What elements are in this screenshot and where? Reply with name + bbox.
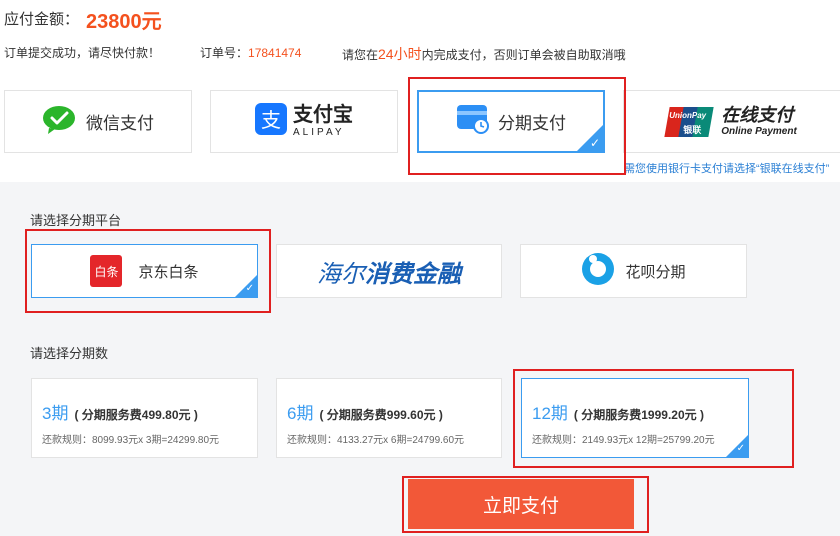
highlight-installment-method	[408, 77, 626, 175]
order-success-notice: 订单提交成功，请尽快付款！	[4, 46, 161, 60]
pay-method-alipay-label: 支付宝	[293, 104, 353, 126]
unionpay-icon: UnionPay 银联	[664, 106, 714, 137]
installment-rule: 还款规则：8099.93元x 3期=24299.80元	[42, 435, 220, 446]
highlight-jd-platform	[25, 229, 271, 313]
installment-section-title: 请选择分期数	[30, 346, 109, 361]
haier-logo-b: 消费金融	[365, 260, 461, 288]
unionpay-hint: 需您使用银行卡支付请选择“银联在线支付”	[624, 163, 830, 175]
installment-fee: ( 分期服务费499.80元 )	[74, 408, 198, 422]
deadline-hours: 24小时	[378, 46, 422, 62]
deadline-suffix: 内完成支付，否则订单会被自助取消哦	[421, 48, 626, 62]
haier-logo-a: 海尔	[317, 259, 365, 288]
platform-huabei[interactable]: 花呗分期	[520, 244, 747, 298]
platform-haier-finance[interactable]: 海尔消费金融	[276, 244, 502, 298]
pay-method-wechat-label: 微信支付	[86, 114, 154, 133]
unionpay-logo-text: UnionPay	[669, 110, 707, 120]
deadline-prefix: 请您在	[342, 48, 379, 62]
installment-fee: ( 分期服务费999.60元 )	[319, 408, 443, 422]
order-number: 订单号：17841474	[200, 44, 301, 61]
installment-option-3[interactable]: 3期 ( 分期服务费499.80元 ) 还款规则：8099.93元x 3期=242…	[31, 378, 258, 458]
pay-method-alipay-sub: ALIPAY	[293, 127, 345, 138]
installment-rule: 还款规则：4133.27元x 6期=24799.60元	[287, 435, 465, 446]
amount-value: 23800元	[86, 11, 162, 33]
pay-method-unionpay-sub: Online Payment	[721, 126, 797, 137]
highlight-pay-button	[402, 476, 649, 533]
svg-text:支: 支	[261, 108, 281, 132]
pay-method-unionpay-label: 在线支付	[721, 105, 794, 125]
pay-method-wechat[interactable]: 微信支付	[4, 90, 192, 153]
alipay-icon: 支	[255, 103, 287, 140]
pay-method-alipay[interactable]: 支 支付宝 ALIPAY	[210, 90, 398, 153]
platform-huabei-label: 花呗分期	[625, 263, 686, 281]
highlight-12-period	[513, 369, 794, 468]
unionpay-logo-cn: 银联	[683, 124, 702, 135]
pay-method-unionpay[interactable]: UnionPay 银联 在线支付 Online Payment	[623, 90, 840, 153]
wechat-icon	[42, 104, 78, 139]
huabei-icon	[581, 252, 615, 290]
installment-period: 6期	[287, 404, 314, 423]
installment-period: 3期	[42, 404, 69, 423]
order-number-value: 17841474	[248, 46, 302, 60]
installment-option-6[interactable]: 6期 ( 分期服务费999.60元 ) 还款规则：4133.27元x 6期=247…	[276, 378, 502, 458]
platform-section-title: 请选择分期平台	[30, 213, 122, 228]
order-number-label: 订单号：	[200, 46, 249, 60]
amount-label: 应付金额：	[4, 11, 80, 28]
payment-deadline-notice: 请您在24小时内完成支付，否则订单会被自助取消哦	[342, 44, 626, 64]
haier-finance-logo: 海尔消费金融	[317, 254, 461, 289]
